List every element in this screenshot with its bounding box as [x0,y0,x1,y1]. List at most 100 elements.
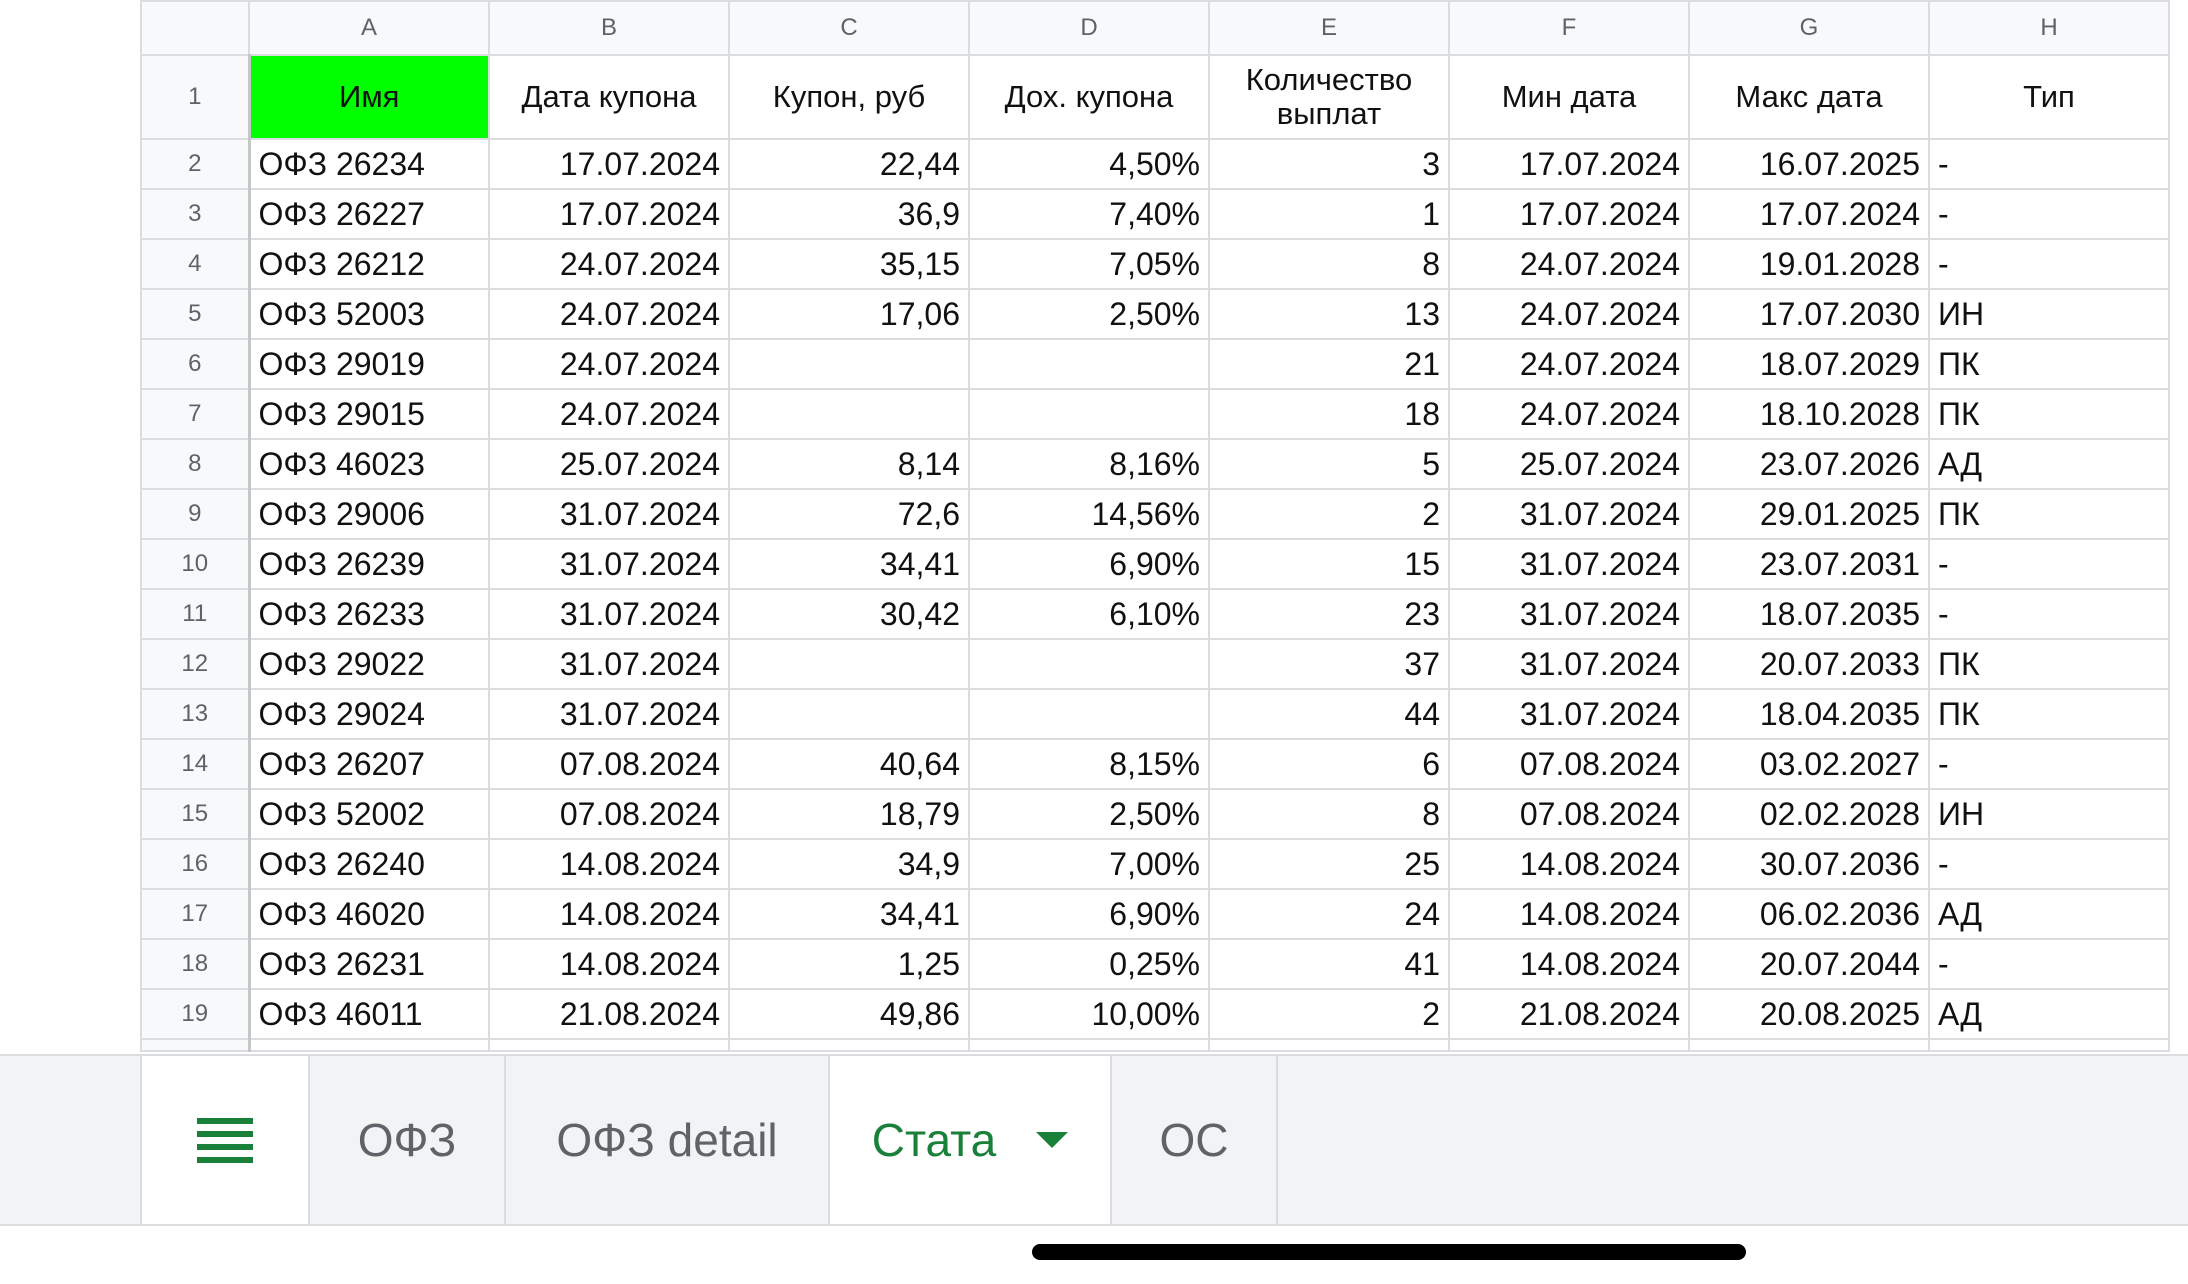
cell-max-date[interactable]: 17.07.2024 [1688,188,1930,240]
cell-coupon-date[interactable]: 24.07.2024 [488,338,730,390]
cell-payment-count[interactable]: 8 [1208,238,1450,290]
cell-max-date[interactable]: 06.02.2036 [1688,888,1930,940]
column-header-f[interactable]: F [1448,0,1690,56]
cell-type[interactable]: ПК [1928,688,2170,740]
row-number[interactable]: 13 [140,688,251,740]
cell-min-date[interactable]: 24.07.2024 [1448,288,1690,340]
cell-payment-count[interactable]: 3 [1208,138,1450,190]
cell-max-date[interactable]: 23.07.2031 [1688,538,1930,590]
cell-coupon-date[interactable]: 31.07.2024 [488,538,730,590]
cell-coupon-yield[interactable] [968,388,1210,440]
cell-coupon-yield[interactable] [968,688,1210,740]
cell-type[interactable]: АД [1928,438,2170,490]
cell-coupon-date[interactable]: 31.07.2024 [488,488,730,540]
cell-coupon-yield[interactable]: 2,50% [968,288,1210,340]
row-number[interactable]: 9 [140,488,251,540]
cell-coupon-yield[interactable]: 2,50% [968,788,1210,840]
cell-type[interactable]: ПК [1928,388,2170,440]
cell-name[interactable]: ОФЗ 26231 [248,938,490,990]
cell-max-date[interactable]: 18.10.2028 [1688,388,1930,440]
cell-coupon-yield[interactable]: 7,05% [968,238,1210,290]
cell-coupon-date[interactable]: 07.08.2024 [488,788,730,840]
cell-partial[interactable] [248,1038,490,1052]
cell-name[interactable]: ОФЗ 26212 [248,238,490,290]
cell-type[interactable]: ПК [1928,638,2170,690]
cell-coupon-date[interactable]: 31.07.2024 [488,688,730,740]
cell-min-date[interactable]: 14.08.2024 [1448,938,1690,990]
sheet-tab-ofz-detail[interactable]: ОФЗ detail [506,1056,830,1224]
cell-coupon-rub[interactable]: 30,42 [728,588,970,640]
header-cell-coupon-yield[interactable]: Дох. купона [968,54,1210,140]
header-cell-name[interactable]: Имя [248,54,490,140]
cell-name[interactable]: ОФЗ 26234 [248,138,490,190]
cell-type[interactable]: - [1928,238,2170,290]
cell-partial[interactable] [1208,1038,1450,1052]
cell-min-date[interactable]: 31.07.2024 [1448,688,1690,740]
cell-max-date[interactable]: 18.04.2035 [1688,688,1930,740]
cell-coupon-rub[interactable]: 22,44 [728,138,970,190]
cell-min-date[interactable]: 17.07.2024 [1448,138,1690,190]
cell-coupon-yield[interactable]: 6,90% [968,538,1210,590]
cell-payment-count[interactable]: 6 [1208,738,1450,790]
cell-coupon-date[interactable]: 14.08.2024 [488,838,730,890]
cell-coupon-date[interactable]: 07.08.2024 [488,738,730,790]
cell-name[interactable]: ОФЗ 29019 [248,338,490,390]
cell-max-date[interactable]: 18.07.2029 [1688,338,1930,390]
cell-coupon-yield[interactable]: 8,15% [968,738,1210,790]
cell-name[interactable]: ОФЗ 26240 [248,838,490,890]
cell-coupon-rub[interactable]: 40,64 [728,738,970,790]
cell-payment-count[interactable]: 18 [1208,388,1450,440]
cell-partial[interactable] [1688,1038,1930,1052]
cell-min-date[interactable]: 07.08.2024 [1448,788,1690,840]
cell-coupon-yield[interactable]: 0,25% [968,938,1210,990]
row-number[interactable]: 4 [140,238,251,290]
cell-partial[interactable] [488,1038,730,1052]
cell-coupon-date[interactable]: 17.07.2024 [488,188,730,240]
row-number[interactable]: 17 [140,888,251,940]
cell-max-date[interactable]: 18.07.2035 [1688,588,1930,640]
cell-name[interactable]: ОФЗ 46011 [248,988,490,1040]
cell-coupon-date[interactable]: 14.08.2024 [488,938,730,990]
cell-coupon-yield[interactable]: 10,00% [968,988,1210,1040]
cell-payment-count[interactable]: 24 [1208,888,1450,940]
row-number[interactable]: 5 [140,288,251,340]
cell-coupon-rub[interactable]: 36,9 [728,188,970,240]
cell-name[interactable]: ОФЗ 26227 [248,188,490,240]
cell-coupon-rub[interactable]: 72,6 [728,488,970,540]
cell-coupon-yield[interactable]: 6,10% [968,588,1210,640]
cell-max-date[interactable]: 20.07.2033 [1688,638,1930,690]
cell-max-date[interactable]: 20.08.2025 [1688,988,1930,1040]
cell-min-date[interactable]: 31.07.2024 [1448,588,1690,640]
cell-type[interactable]: ПК [1928,338,2170,390]
cell-payment-count[interactable]: 37 [1208,638,1450,690]
cell-coupon-rub[interactable]: 34,41 [728,538,970,590]
cell-coupon-rub[interactable] [728,638,970,690]
cell-min-date[interactable]: 24.07.2024 [1448,388,1690,440]
header-cell-coupon-date[interactable]: Дата купона [488,54,730,140]
cell-max-date[interactable]: 23.07.2026 [1688,438,1930,490]
column-header-d[interactable]: D [968,0,1210,56]
cell-coupon-rub[interactable]: 18,79 [728,788,970,840]
sheet-table[interactable]: A B C D E F G H 1 Имя Дата купона Купон,… [140,0,2170,1052]
cell-coupon-date[interactable]: 24.07.2024 [488,288,730,340]
cell-payment-count[interactable]: 5 [1208,438,1450,490]
cell-coupon-date[interactable]: 21.08.2024 [488,988,730,1040]
cell-min-date[interactable]: 31.07.2024 [1448,538,1690,590]
cell-coupon-date[interactable]: 24.07.2024 [488,388,730,440]
cell-coupon-date[interactable]: 25.07.2024 [488,438,730,490]
cell-coupon-rub[interactable]: 35,15 [728,238,970,290]
cell-coupon-yield[interactable]: 7,00% [968,838,1210,890]
cell-min-date[interactable]: 14.08.2024 [1448,888,1690,940]
header-cell-max-date[interactable]: Макс дата [1688,54,1930,140]
column-header-b[interactable]: B [488,0,730,56]
sheet-tab-ofz[interactable]: ОФЗ [310,1056,506,1224]
cell-min-date[interactable]: 24.07.2024 [1448,238,1690,290]
cell-coupon-rub[interactable]: 49,86 [728,988,970,1040]
cell-coupon-date[interactable]: 24.07.2024 [488,238,730,290]
cell-name[interactable]: ОФЗ 26207 [248,738,490,790]
all-sheets-button[interactable] [140,1056,310,1224]
cell-type[interactable]: - [1928,138,2170,190]
row-number[interactable]: 7 [140,388,251,440]
cell-coupon-yield[interactable]: 4,50% [968,138,1210,190]
cell-min-date[interactable]: 24.07.2024 [1448,338,1690,390]
